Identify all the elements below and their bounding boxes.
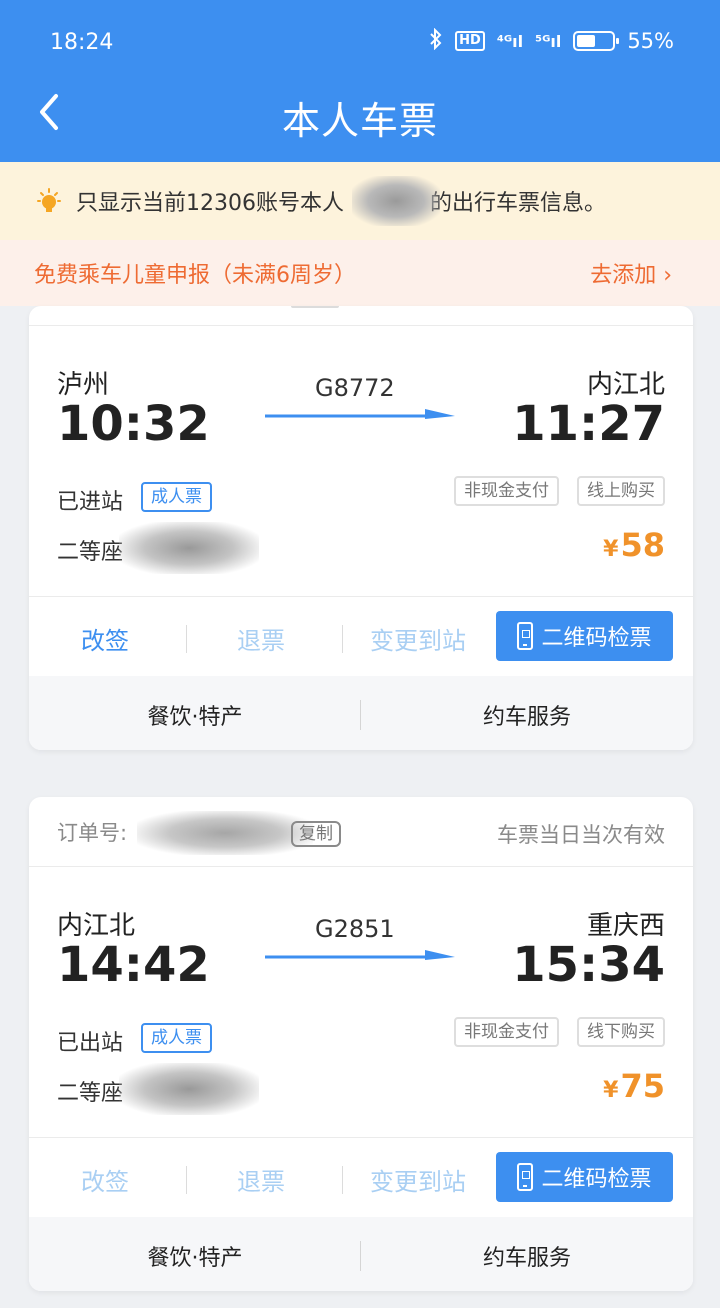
- arrive-time: 15:34: [512, 937, 665, 993]
- phone-qr-icon: [517, 1163, 534, 1191]
- lightbulb-icon: [36, 188, 62, 214]
- arrow-right-icon: [265, 409, 455, 419]
- 4g-signal-icon: ⁴ᴳıl: [496, 31, 524, 51]
- ticket-status: 已出站: [57, 1031, 124, 1056]
- extra-services: 餐饮·特产 约车服务: [29, 676, 693, 750]
- redacted-name: [352, 176, 440, 226]
- seat-class: 二等座: [57, 540, 124, 565]
- change-station-button[interactable]: 变更到站: [370, 1162, 466, 1197]
- ticket-actions: 改签 退票 变更到站 二维码检票: [29, 596, 693, 676]
- card-header-strip: [29, 306, 693, 326]
- child-notice-text: 免费乘车儿童申报（未满6周岁）: [34, 263, 356, 288]
- change-ticket-button[interactable]: 改签: [81, 621, 129, 656]
- catering-link[interactable]: 餐饮·特产: [29, 699, 361, 731]
- order-row: 订单号: 复制 车票当日当次有效: [29, 797, 693, 867]
- redacted-seat: [119, 522, 259, 574]
- hd-icon: HD: [455, 31, 485, 51]
- change-ticket-button[interactable]: 改签: [81, 1162, 129, 1197]
- arrow-right-icon: [265, 950, 455, 960]
- refund-button[interactable]: 退票: [237, 1162, 285, 1197]
- arrive-time: 11:27: [512, 396, 665, 452]
- trip-info[interactable]: 泸州 内江北 10:32 11:27 G8772 已进站 成人票 非现金支付 线…: [29, 326, 693, 596]
- ticket-card: 泸州 内江北 10:32 11:27 G8772 已进站 成人票 非现金支付 线…: [29, 306, 693, 750]
- depart-time: 10:32: [57, 396, 210, 452]
- payment-tag: 非现金支付: [454, 1017, 559, 1047]
- car-service-link[interactable]: 约车服务: [361, 1240, 693, 1272]
- child-notice[interactable]: 免费乘车儿童申报（未满6周岁） 去添加 ›: [0, 240, 720, 306]
- status-icons: HD ⁴ᴳıl ⁵ᴳıl 55%: [429, 27, 674, 54]
- payment-tag: 非现金支付: [454, 476, 559, 506]
- battery-icon: [573, 31, 620, 51]
- change-station-button[interactable]: 变更到站: [370, 621, 466, 656]
- battery-percent: 55%: [627, 29, 674, 53]
- notice-text: 只显示当前12306账号本人 的出行车票信息。: [76, 191, 607, 216]
- redacted-seat: [119, 1063, 259, 1115]
- order-number-label: 订单号:: [57, 820, 128, 845]
- ticket-type-badge: 成人票: [141, 1023, 212, 1053]
- add-child-link[interactable]: 去添加 ›: [590, 257, 672, 289]
- qr-check-button[interactable]: 二维码检票: [496, 611, 673, 661]
- status-time: 18:24: [50, 30, 114, 55]
- train-number: G8772: [315, 374, 395, 402]
- purchase-tag: 线下购买: [577, 1017, 665, 1047]
- catering-link[interactable]: 餐饮·特产: [29, 1240, 361, 1272]
- ticket-actions: 改签 退票 变更到站 二维码检票: [29, 1137, 693, 1217]
- ticket-card: 订单号: 复制 车票当日当次有效 内江北 重庆西 14:42 15:34 G28…: [29, 797, 693, 1291]
- redacted-order-number: [137, 811, 313, 855]
- ticket-status: 已进站: [57, 490, 124, 515]
- validity-text: 车票当日当次有效: [497, 823, 665, 847]
- depart-time: 14:42: [57, 937, 210, 993]
- phone-qr-icon: [517, 622, 534, 650]
- app-header: 18:24 HD ⁴ᴳıl ⁵ᴳıl 55% 本人车票: [0, 0, 720, 162]
- seat-class: 二等座: [57, 1081, 124, 1106]
- page-title: 本人车票: [281, 99, 438, 143]
- trip-info[interactable]: 内江北 重庆西 14:42 15:34 G2851 已出站 成人票 非现金支付 …: [29, 867, 693, 1137]
- 5g-signal-icon: ⁵ᴳıl: [535, 31, 562, 51]
- purchase-tag: 线上购买: [577, 476, 665, 506]
- ticket-type-badge: 成人票: [141, 482, 212, 512]
- qr-check-button[interactable]: 二维码检票: [496, 1152, 673, 1202]
- car-service-link[interactable]: 约车服务: [361, 699, 693, 731]
- copy-button[interactable]: 复制: [291, 821, 341, 847]
- ticket-price: ¥75: [603, 1067, 665, 1105]
- ticket-price: ¥58: [603, 526, 665, 564]
- status-bar: 18:24 HD ⁴ᴳıl ⁵ᴳıl 55%: [0, 0, 720, 86]
- bluetooth-icon: [429, 27, 443, 54]
- train-number: G2851: [315, 915, 395, 943]
- extra-services: 餐饮·特产 约车服务: [29, 1217, 693, 1291]
- refund-button[interactable]: 退票: [237, 621, 285, 656]
